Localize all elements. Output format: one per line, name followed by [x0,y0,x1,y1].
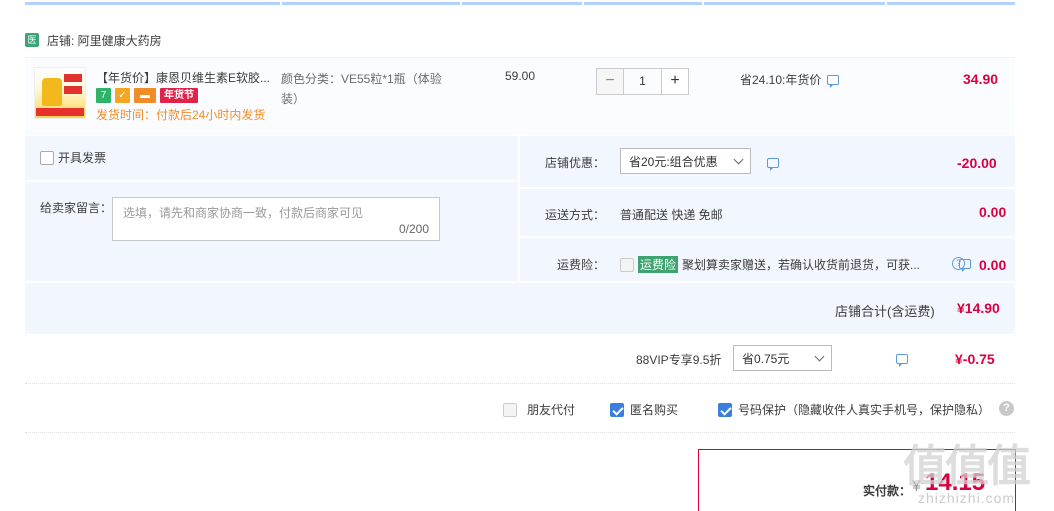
message-placeholder: 选填，请先和商家协商一致，付款后商家可见 [123,206,364,220]
product-label-image [64,74,82,82]
anonymous-checkbox[interactable] [610,402,624,417]
shop-header: 医 店铺: 阿里健康大药房 [25,30,162,50]
chevron-down-icon [733,154,744,164]
quantity-decrease-button[interactable]: − [596,68,624,95]
shop-discount-label: 店铺优惠： [545,156,606,170]
pharmacy-icon: 医 [25,33,39,47]
message-label: 给卖家留言： [40,201,113,215]
friend-pay-option[interactable]: 朋友代付 [503,401,575,418]
vip-discount-amount: ¥-0.75 [955,351,995,367]
shop-discount-select[interactable]: 省20元:组合优惠 [620,148,751,174]
product-banner-image [36,108,84,116]
phone-protect-checkbox[interactable] [718,402,732,417]
product-title[interactable]: 【年货价】康恩贝维生素E软胶... [96,69,276,86]
credit-card-icon: ▬ [134,88,156,103]
insurance-amount: 0.00 [979,257,1007,273]
insurance-checkbox [620,257,634,272]
seller-message-input[interactable]: 选填，请先和商家协商一致，付款后商家可见 0/200 [112,197,440,241]
insurance-text: 聚划算卖家赠送，若确认收货前退货，可获... [682,258,921,272]
item-subtotal: 34.90 [963,71,999,87]
comment-icon[interactable] [767,158,779,171]
insurance-label: 运费险： [557,258,606,272]
vip-discount-row [25,336,1015,384]
shop-name[interactable]: 店铺: 阿里健康大药房 [47,32,162,49]
panel-divider [520,187,1015,189]
product-label-image [64,86,82,94]
product-badges: 7 ✓ ▬ 年货节 [96,88,198,103]
attr-line: 颜色分类：VE55粒*1瓶（体验 [281,72,442,86]
attr-line: 装） [281,92,306,106]
column-separator [280,0,282,6]
column-separator [460,0,462,6]
comment-icon[interactable] [895,354,908,367]
anonymous-label: 匿名购买 [630,403,679,417]
vip-discount-select[interactable]: 省0.75元 [733,345,832,371]
product-attributes: 颜色分类：VE55粒*1瓶（体验 装） [281,69,456,109]
friend-pay-checkbox[interactable] [503,402,517,417]
shipping-label: 运送方式： [545,208,606,222]
insurance-tag: 运费险 [638,256,679,273]
panel-divider [25,180,518,182]
shipping-method: 普通配送 快递 免邮 [620,208,723,222]
phone-protect-label: 号码保护（隐藏收件人真实手机号，保护隐私） [738,403,991,417]
vip-label: 88VIP专享9.5折 [636,353,722,367]
quantity-input[interactable]: 1 [624,68,661,95]
panel-divider [25,281,1015,283]
help-icon[interactable]: ? [952,257,965,270]
shipping-insurance: 运费险 聚划算卖家赠送，若确认收货前退货，可获... [620,256,920,273]
chevron-down-icon [814,351,825,361]
product-bottle-image [42,78,62,106]
shop-discount-amount: -20.00 [957,155,997,171]
unit-price: 59.00 [505,69,536,83]
panel-divider [518,136,520,281]
shield-icon: ✓ [115,88,130,103]
shipping-amount: 0.00 [979,204,1007,220]
shop-total-label: 店铺合计(含运费) [835,304,935,319]
shop-total-value: ¥14.90 [957,300,1000,316]
phone-protection-option[interactable]: 号码保护（隐藏收件人真实手机号，保护隐私） [718,401,990,418]
quantity-stepper: − 1 + [596,68,689,95]
anonymous-purchase-option[interactable]: 匿名购买 [610,401,678,418]
column-separator [702,0,704,6]
message-char-count: 0/200 [398,222,429,236]
item-saving: 省24.10:年货价 [740,71,840,88]
column-separator [885,0,887,6]
comment-icon[interactable] [827,74,840,88]
shop-discount-value: 省20元:组合优惠 [629,154,718,169]
watermark-url: zhizhizhi.com [918,490,1016,506]
invoice-label: 开具发票 [58,151,107,165]
question-icon[interactable]: ? [999,401,1014,416]
column-separator [582,0,584,6]
quantity-increase-button[interactable]: + [661,68,689,95]
top-border [25,2,1015,5]
invoice-checkbox[interactable] [40,150,54,165]
vip-discount-value: 省0.75元 [742,351,790,366]
saving-text: 省24.10:年货价 [740,73,822,87]
invoice-option[interactable]: 开具发票 [40,149,106,166]
new-year-festival-badge: 年货节 [160,88,198,103]
panel-divider [520,236,1015,238]
friend-pay-label: 朋友代付 [527,403,576,417]
seven-day-return-icon: 7 [96,88,111,103]
watermark-logo: 值值值 [903,442,1031,491]
shipping-time-note: 发货时间：付款后24小时内发货 [96,108,266,122]
